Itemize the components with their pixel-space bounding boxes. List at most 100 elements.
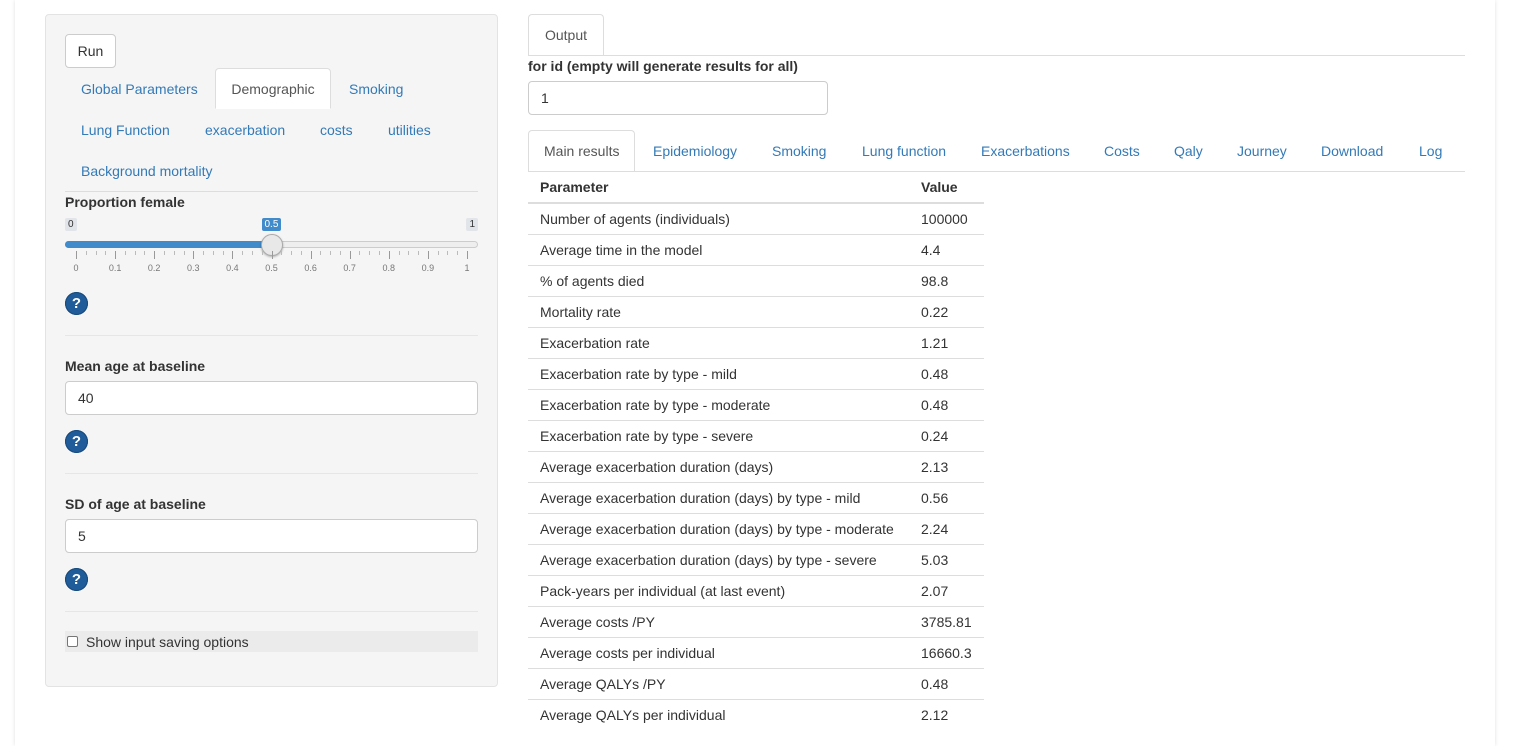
slider-tick xyxy=(105,251,107,255)
slider-tick xyxy=(291,251,293,255)
slider-tick xyxy=(467,251,468,259)
proportion-female-label: Proportion female xyxy=(65,194,185,210)
mean-age-input[interactable]: 40 xyxy=(65,381,478,415)
slider-tick xyxy=(427,251,429,259)
tab-smoking[interactable]: Smoking xyxy=(333,68,419,109)
slider-tick xyxy=(251,251,253,255)
slider-tick xyxy=(349,251,351,259)
slider-tick xyxy=(261,251,263,255)
tab-exacerbations[interactable]: Exacerbations xyxy=(966,130,1085,172)
slider-tick xyxy=(154,251,156,259)
slider-tick xyxy=(163,251,165,255)
tab-lung-function[interactable]: Lung Function xyxy=(65,109,186,150)
section-divider xyxy=(65,335,478,336)
slider-tick xyxy=(310,251,312,259)
table-row: Average QALYs /PY 0.48 xyxy=(528,667,984,699)
slider-tick xyxy=(418,251,420,255)
slider-grid-label: 0.7 xyxy=(343,263,356,273)
table-row: Average time in the model 4.4 xyxy=(528,233,984,265)
value-cell: 0.24 xyxy=(909,419,984,451)
slider-tick xyxy=(212,251,214,255)
output-tab-divider xyxy=(528,55,1465,56)
slider-grid-label: 0.4 xyxy=(226,263,239,273)
value-cell: 0.48 xyxy=(909,357,984,389)
slider-tick xyxy=(339,251,341,255)
value-cell: 0.56 xyxy=(909,481,984,513)
help-icon[interactable]: ? xyxy=(65,568,88,591)
table-row: Average exacerbation duration (days) by … xyxy=(528,543,984,575)
tab-exacerbation[interactable]: exacerbation xyxy=(189,109,301,150)
tab-utilities[interactable]: utilities xyxy=(372,109,447,150)
slider-grid-label: 1 xyxy=(464,263,470,273)
slider-grid-label: 0.3 xyxy=(187,263,200,273)
value-cell: 1.21 xyxy=(909,326,984,358)
slider-tick xyxy=(300,251,302,255)
sd-age-input[interactable]: 5 xyxy=(65,519,478,553)
show-saving-options-row[interactable]: Show input saving options xyxy=(65,631,478,652)
tab-costs[interactable]: costs xyxy=(304,109,369,150)
tab-lung-function-results[interactable]: Lung function xyxy=(847,130,961,172)
parameter-cell: Exacerbation rate xyxy=(528,326,909,358)
tab-background-mortality[interactable]: Background mortality xyxy=(65,150,229,191)
tab-output[interactable]: Output xyxy=(528,14,604,56)
parameter-cell: Average QALYs /PY xyxy=(528,667,909,699)
slider-tick xyxy=(203,251,205,255)
column-header-parameter: Parameter xyxy=(528,172,909,204)
slider-value-label: 0.5 xyxy=(261,218,282,231)
show-saving-options-checkbox[interactable] xyxy=(67,636,78,647)
run-button[interactable]: Run xyxy=(65,34,116,68)
tab-divider xyxy=(65,191,478,192)
help-icon[interactable]: ? xyxy=(65,292,88,315)
slider-grid-label: 0.1 xyxy=(108,263,122,273)
main-results-table: Parameter Value Number of agents (indivi… xyxy=(528,172,984,730)
tab-qaly[interactable]: Qaly xyxy=(1159,130,1218,172)
slider-fill xyxy=(65,241,272,248)
value-cell: 2.24 xyxy=(909,512,984,544)
tab-global-parameters[interactable]: Global Parameters xyxy=(65,68,214,109)
table-body: Number of agents (individuals) 100000 Aver… xyxy=(528,202,984,730)
tab-smoking-results[interactable]: Smoking xyxy=(757,130,841,172)
slider-tick xyxy=(330,251,332,255)
tab-epidemiology[interactable]: Epidemiology xyxy=(638,130,752,172)
table-row: % of agents died 98.8 xyxy=(528,264,984,296)
slider-tick xyxy=(408,251,410,255)
tab-log[interactable]: Log xyxy=(1404,130,1457,172)
tab-download[interactable]: Download xyxy=(1306,130,1398,172)
slider-tick xyxy=(281,251,283,255)
parameter-cell: Average exacerbation duration (days) by … xyxy=(528,512,909,544)
tab-costs-results[interactable]: Costs xyxy=(1089,130,1155,172)
table-row: Average QALYs per individual 2.12 xyxy=(528,698,984,730)
slider-grid-label: 0.9 xyxy=(421,263,435,273)
section-divider xyxy=(65,611,478,612)
parameter-cell: Average exacerbation duration (days) by … xyxy=(528,481,909,513)
value-cell: 2.13 xyxy=(909,450,984,482)
slider-tick xyxy=(144,251,146,255)
slider-tick xyxy=(115,251,117,259)
table-row: Average exacerbation duration (days) by … xyxy=(528,512,984,544)
slider-grid-label: 0.8 xyxy=(382,263,396,273)
slider-tick xyxy=(183,251,185,255)
parameter-cell: Average exacerbation duration (days) xyxy=(528,450,909,482)
parameter-cell: Exacerbation rate by type - mild xyxy=(528,357,909,389)
slider-grid-label: 0.5 xyxy=(265,263,278,273)
table-row: Average costs per individual 16660.3 xyxy=(528,636,984,668)
help-icon[interactable]: ? xyxy=(65,430,88,453)
slider-tick xyxy=(379,251,381,255)
tab-journey[interactable]: Journey xyxy=(1222,130,1302,172)
slider-tick xyxy=(173,251,175,255)
table-row: Exacerbation rate by type - severe 0.24 xyxy=(528,419,984,451)
sd-age-label: SD of age at baseline xyxy=(65,496,206,512)
slider-tick xyxy=(76,251,77,259)
id-input[interactable]: 1 xyxy=(528,81,828,115)
value-cell: 2.07 xyxy=(909,574,984,606)
slider-grid-label: 0 xyxy=(73,263,79,273)
tab-demographic[interactable]: Demographic xyxy=(215,68,331,109)
value-cell: 2.12 xyxy=(909,698,984,730)
table-row: Pack-years per individual (at last event… xyxy=(528,574,984,606)
table-row: Average costs /PY 3785.81 xyxy=(528,605,984,637)
section-divider xyxy=(65,473,478,474)
value-cell: 5.03 xyxy=(909,543,984,575)
tab-main-results[interactable]: Main results xyxy=(528,130,636,172)
proportion-female-slider[interactable]: 0 1 0.5 0 0.1 0.2 0.3 0.4 0.5 0.6 0.7 0.8 0.9 1 xyxy=(65,216,478,276)
table-header-row: Parameter Value xyxy=(528,172,984,204)
